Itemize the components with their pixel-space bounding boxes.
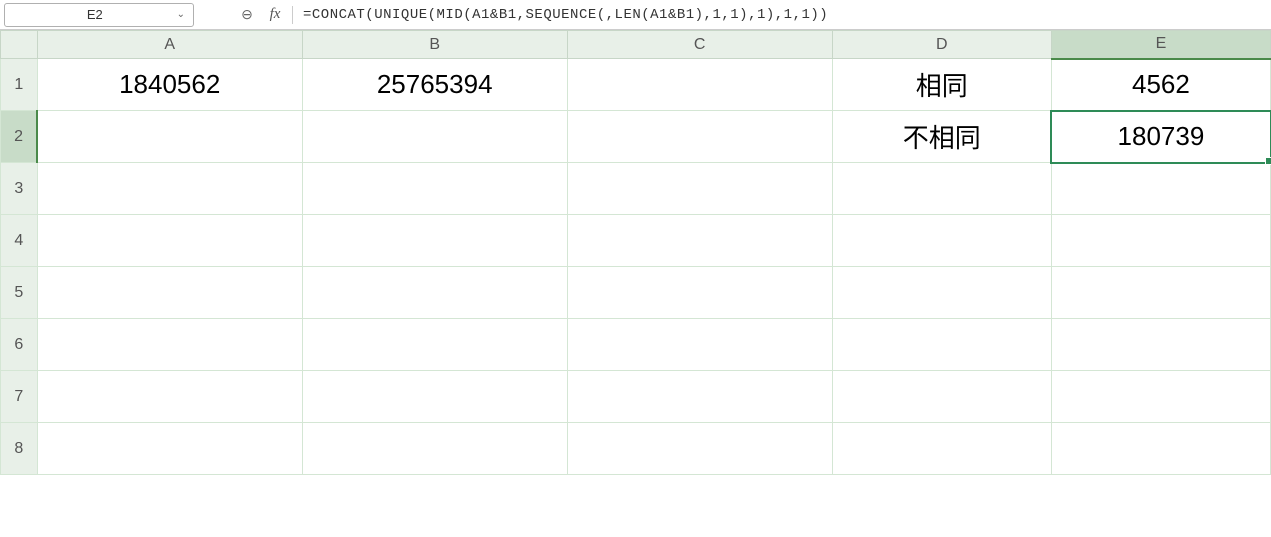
row-header-4[interactable]: 4	[1, 215, 38, 267]
row-5: 5	[1, 267, 1271, 319]
cell-C8[interactable]	[567, 423, 832, 475]
row-1: 1 1840562 25765394 相同 4562	[1, 59, 1271, 111]
row-4: 4	[1, 215, 1271, 267]
cell-B5[interactable]	[302, 267, 567, 319]
cell-B6[interactable]	[302, 319, 567, 371]
cell-E4[interactable]	[1051, 215, 1270, 267]
chevron-down-icon[interactable]: ⌄	[177, 9, 185, 20]
row-header-1[interactable]: 1	[1, 59, 38, 111]
cell-B1[interactable]: 25765394	[302, 59, 567, 111]
cell-A1[interactable]: 1840562	[37, 59, 302, 111]
name-box-value: E2	[13, 7, 177, 22]
cell-B3[interactable]	[302, 163, 567, 215]
row-2: 2 不相同 180739	[1, 111, 1271, 163]
name-box[interactable]: E2 ⌄	[4, 3, 194, 27]
formula-bar: E2 ⌄ ⊖ fx =CONCAT(UNIQUE(MID(A1&B1,SEQUE…	[0, 0, 1271, 30]
cell-A4[interactable]	[37, 215, 302, 267]
cell-C5[interactable]	[567, 267, 832, 319]
cell-B4[interactable]	[302, 215, 567, 267]
row-header-5[interactable]: 5	[1, 267, 38, 319]
cell-A2[interactable]	[37, 111, 302, 163]
fx-icon[interactable]: fx	[264, 6, 286, 23]
cell-C1[interactable]	[567, 59, 832, 111]
col-header-D[interactable]: D	[832, 31, 1051, 59]
cell-E5[interactable]	[1051, 267, 1270, 319]
cell-A5[interactable]	[37, 267, 302, 319]
row-header-2[interactable]: 2	[1, 111, 38, 163]
row-3: 3	[1, 163, 1271, 215]
cell-A3[interactable]	[37, 163, 302, 215]
cell-E2[interactable]: 180739	[1051, 111, 1270, 163]
cell-C6[interactable]	[567, 319, 832, 371]
cell-C3[interactable]	[567, 163, 832, 215]
formula-input[interactable]: =CONCAT(UNIQUE(MID(A1&B1,SEQUENCE(,LEN(A…	[299, 7, 1267, 23]
row-header-8[interactable]: 8	[1, 423, 38, 475]
cell-D5[interactable]	[832, 267, 1051, 319]
spreadsheet-grid[interactable]: A B C D E 1 1840562 25765394 相同 4562 2 不…	[0, 30, 1271, 475]
select-all-corner[interactable]	[1, 31, 38, 59]
cell-E6[interactable]	[1051, 319, 1270, 371]
row-8: 8	[1, 423, 1271, 475]
cell-D7[interactable]	[832, 371, 1051, 423]
cell-A7[interactable]	[37, 371, 302, 423]
cell-E3[interactable]	[1051, 163, 1270, 215]
col-header-A[interactable]: A	[37, 31, 302, 59]
cell-C2[interactable]	[567, 111, 832, 163]
zoom-out-icon[interactable]: ⊖	[236, 6, 258, 23]
row-6: 6	[1, 319, 1271, 371]
cell-E7[interactable]	[1051, 371, 1270, 423]
row-header-3[interactable]: 3	[1, 163, 38, 215]
cell-C4[interactable]	[567, 215, 832, 267]
cell-C7[interactable]	[567, 371, 832, 423]
cell-D2[interactable]: 不相同	[832, 111, 1051, 163]
row-header-6[interactable]: 6	[1, 319, 38, 371]
column-header-row: A B C D E	[1, 31, 1271, 59]
row-7: 7	[1, 371, 1271, 423]
cell-A6[interactable]	[37, 319, 302, 371]
cell-B8[interactable]	[302, 423, 567, 475]
col-header-C[interactable]: C	[567, 31, 832, 59]
col-header-B[interactable]: B	[302, 31, 567, 59]
cell-E8[interactable]	[1051, 423, 1270, 475]
cell-D1[interactable]: 相同	[832, 59, 1051, 111]
row-header-7[interactable]: 7	[1, 371, 38, 423]
cell-A8[interactable]	[37, 423, 302, 475]
cell-D4[interactable]	[832, 215, 1051, 267]
cell-B7[interactable]	[302, 371, 567, 423]
cell-E1[interactable]: 4562	[1051, 59, 1270, 111]
cell-D3[interactable]	[832, 163, 1051, 215]
cell-D8[interactable]	[832, 423, 1051, 475]
cell-D6[interactable]	[832, 319, 1051, 371]
cell-B2[interactable]	[302, 111, 567, 163]
divider	[292, 6, 293, 24]
col-header-E[interactable]: E	[1051, 31, 1270, 59]
